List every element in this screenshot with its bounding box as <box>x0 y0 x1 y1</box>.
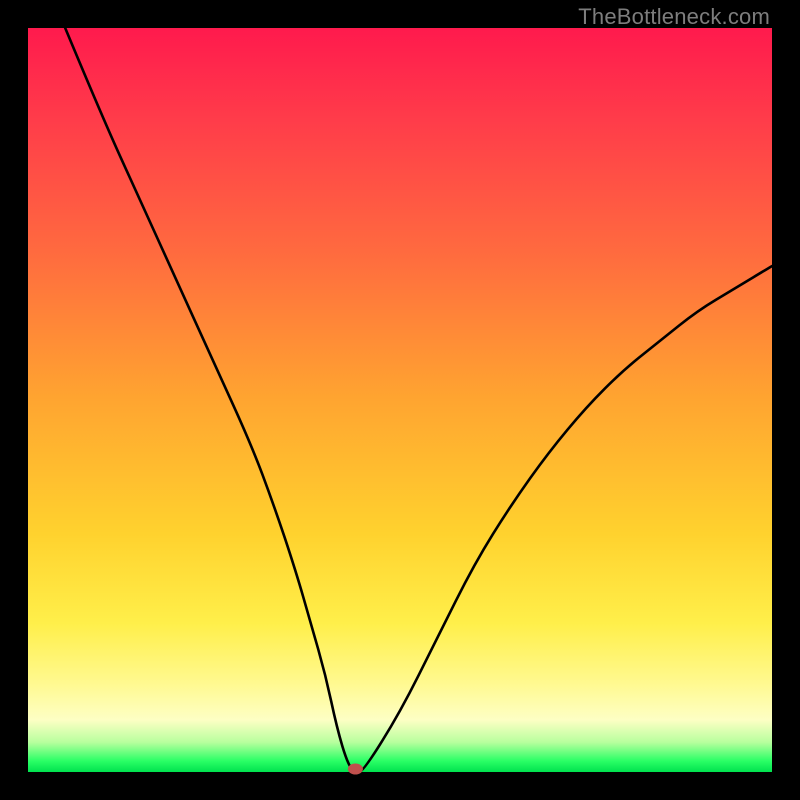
chart-svg <box>28 28 772 772</box>
watermark-text: TheBottleneck.com <box>578 4 770 30</box>
chart-frame: TheBottleneck.com <box>0 0 800 800</box>
plot-area <box>28 28 772 772</box>
bottleneck-curve <box>65 28 772 772</box>
bottleneck-marker <box>348 764 362 774</box>
